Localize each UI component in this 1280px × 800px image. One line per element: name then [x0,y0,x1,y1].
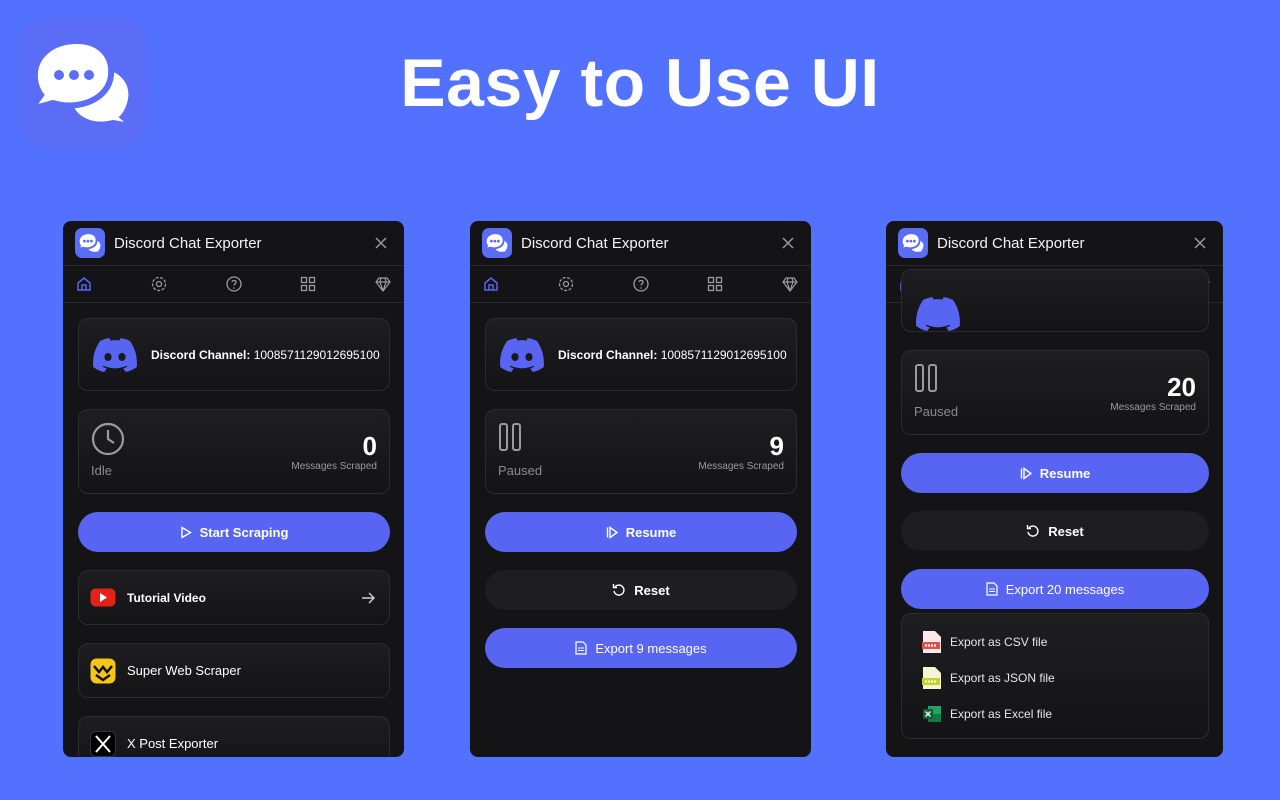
x-logo-icon [90,730,116,757]
extension-popup-export-menu: Discord Chat Exporter Paused 20 Messages… [886,221,1223,757]
messages-count: 0 [362,431,377,461]
tab-bar [470,266,811,303]
messages-count: 9 [769,431,784,461]
csv-file-icon [922,631,941,653]
pause-icon [915,364,937,392]
reset-label: Reset [634,582,670,598]
channel-id: 1008571129012695100 [660,347,787,362]
export-menu: Export as CSV file Export as JSON file E… [901,613,1209,739]
discord-icon [500,337,544,372]
tutorial-video-label: Tutorial Video [127,590,206,605]
youtube-icon [90,588,116,607]
channel-card-scrolled [901,269,1209,332]
popup-titlebar: Discord Chat Exporter [886,221,1223,266]
pause-icon [499,423,521,451]
reset-button[interactable]: Reset [485,570,797,610]
page-headline: Easy to Use UI [400,45,880,121]
popup-title: Discord Chat Exporter [521,234,669,252]
channel-label: Discord Channel: [558,347,658,362]
play-icon [180,525,192,539]
help-icon[interactable] [225,275,243,293]
close-icon[interactable] [372,234,390,252]
reset-icon [613,584,625,596]
resume-button[interactable]: Resume [485,512,797,552]
extension-logo [898,228,928,258]
extension-logo [75,228,105,258]
messages-count: 20 [1167,372,1196,402]
messages-count-label: Messages Scraped [291,461,377,472]
start-scraping-button[interactable]: Start Scraping [78,512,390,552]
excel-file-icon [923,706,941,722]
super-web-scraper-label: Super Web Scraper [127,663,241,678]
super-web-scraper-link[interactable]: Super Web Scraper [78,643,390,698]
messages-count-label: Messages Scraped [1110,402,1196,413]
tutorial-video-link[interactable]: Tutorial Video [78,570,390,625]
popup-title: Discord Chat Exporter [937,234,1085,252]
status-card: Paused 20 Messages Scraped [901,350,1209,435]
export-excel-option[interactable]: Export as Excel file [922,696,1208,732]
resume-icon [1020,466,1032,480]
status-card: Idle 0 Messages Scraped [78,409,390,494]
resume-label: Resume [1039,465,1091,481]
export-excel-label: Export as Excel file [950,707,1053,721]
apps-icon[interactable] [299,275,317,293]
resume-label: Resume [625,524,677,540]
home-icon[interactable] [482,275,500,293]
x-post-exporter-link[interactable]: X Post Exporter [78,716,390,757]
start-scraping-label: Start Scraping [199,524,289,540]
tab-bar [63,266,404,303]
json-file-icon [922,667,941,689]
home-icon[interactable] [75,275,93,293]
apps-icon[interactable] [706,275,724,293]
reset-icon [1027,525,1039,537]
status-label: Paused [498,463,543,478]
resume-button[interactable]: Resume [901,453,1209,493]
messages-count-label: Messages Scraped [698,461,784,472]
channel-info: Discord Channel: 1008571129012695100 [558,348,787,362]
export-button[interactable]: Export 9 messages [485,628,797,668]
status-card: Paused 9 Messages Scraped [485,409,797,494]
document-icon [986,582,998,596]
discord-icon [93,337,137,372]
close-icon[interactable] [1191,234,1209,252]
export-label: Export 20 messages [1005,581,1125,597]
status-label: Paused [914,404,959,419]
popup-titlebar: Discord Chat Exporter [470,221,811,266]
popup-titlebar: Discord Chat Exporter [63,221,404,266]
export-json-option[interactable]: Export as JSON file [922,660,1208,696]
export-csv-option[interactable]: Export as CSV file [922,624,1208,660]
channel-id: 1008571129012695100 [253,347,380,362]
premium-icon[interactable] [374,275,392,293]
close-icon[interactable] [779,234,797,252]
reset-label: Reset [1048,523,1084,539]
channel-info: Discord Channel: 1008571129012695100 [151,348,380,362]
status-label: Idle [91,463,112,478]
chat-bubbles-icon [898,232,928,255]
clock-icon [91,422,125,456]
reset-button[interactable]: Reset [901,511,1209,551]
channel-label: Discord Channel: [151,347,251,362]
popup-title: Discord Chat Exporter [114,234,262,252]
discord-icon [916,297,960,331]
export-button[interactable]: Export 20 messages [901,569,1209,609]
settings-icon[interactable] [557,275,575,293]
export-json-label: Export as JSON file [950,671,1055,685]
export-label: Export 9 messages [595,640,707,656]
settings-icon[interactable] [150,275,168,293]
extension-popup-paused: Discord Chat Exporter Discord Channel: 1… [470,221,811,757]
channel-card: Discord Channel: 1008571129012695100 [78,318,390,391]
super-web-scraper-icon [90,658,116,683]
resume-icon [606,525,618,539]
export-csv-label: Export as CSV file [950,635,1048,649]
extension-popup-idle: Discord Chat Exporter Discord Channel: 1… [63,221,404,757]
channel-card: Discord Channel: 1008571129012695100 [485,318,797,391]
extension-logo [482,228,512,258]
chat-bubbles-icon [482,232,512,255]
document-icon [575,641,587,655]
x-post-exporter-label: X Post Exporter [127,736,219,751]
premium-icon[interactable] [781,275,799,293]
help-icon[interactable] [632,275,650,293]
chat-bubbles-icon [75,232,105,255]
arrow-right-icon [362,592,375,604]
